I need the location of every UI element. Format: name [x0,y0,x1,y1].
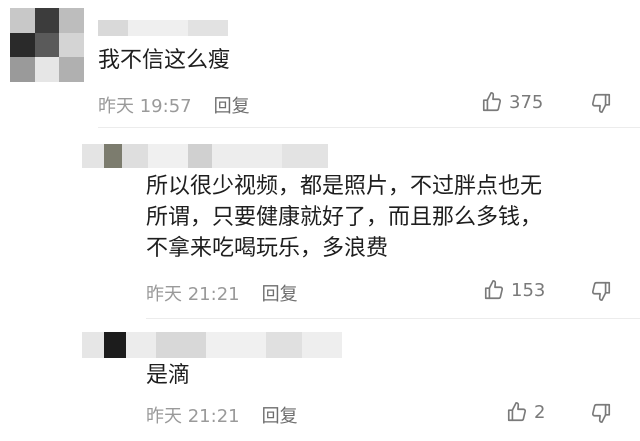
like-count: 375 [509,91,544,113]
comment-text: 所以很少视频，都是照片，不过胖点也无 所谓，只要健康就好了，而且那么多钱， 不拿… [146,174,543,261]
comment-time: 昨天 19:57 [98,96,192,117]
like-button[interactable]: 375 [481,91,543,113]
reply-button[interactable]: 回复 [214,92,250,118]
comment-text: 是滴 [146,363,191,388]
divider [146,318,640,319]
like-count: 153 [511,279,546,301]
like-count: 2 [534,401,546,423]
avatar[interactable] [10,8,84,82]
thumbs-up-icon [484,280,504,300]
username-blurred[interactable] [82,144,328,168]
thumbs-up-icon [482,92,502,112]
comment-time: 昨天 21:21 [146,406,240,427]
thumbs-down-icon [591,93,611,113]
comment-meta: 昨天 19:57 回复 [98,92,250,118]
comment-item: 是滴 昨天 21:21 回复 2 [0,322,640,441]
dislike-button[interactable] [590,92,612,118]
username-blurred[interactable] [98,20,228,36]
thumbs-down-icon [591,403,611,423]
comment-item: 所以很少视频，都是照片，不过胖点也无 所谓，只要健康就好了，而且那么多钱， 不拿… [0,130,640,320]
like-button[interactable]: 2 [506,401,545,423]
comment-meta: 昨天 21:21 回复 [146,280,298,306]
like-button[interactable]: 153 [483,279,545,301]
divider [98,127,640,128]
comment-time: 昨天 21:21 [146,284,240,305]
thumbs-down-icon [591,281,611,301]
thumbs-up-icon [507,402,527,422]
dislike-button[interactable] [590,402,612,428]
comment-item: 我不信这么瘦 昨天 19:57 回复 375 [0,0,640,120]
reply-button[interactable]: 回复 [262,280,298,306]
comment-text: 我不信这么瘦 [98,48,231,73]
reply-button[interactable]: 回复 [262,402,298,428]
username-blurred[interactable] [82,332,342,358]
dislike-button[interactable] [590,280,612,306]
comment-meta: 昨天 21:21 回复 [146,402,298,428]
